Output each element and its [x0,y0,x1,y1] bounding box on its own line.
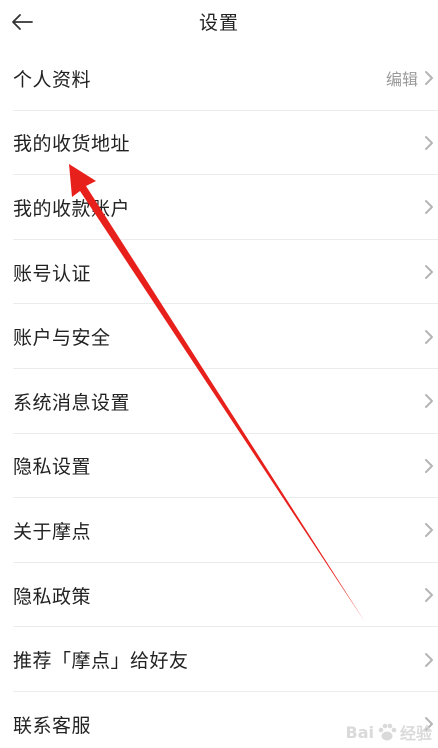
settings-item-recommend[interactable]: 推荐「摩点」给好友 [0,627,438,692]
settings-item-privacy-settings[interactable]: 隐私设置 [0,434,438,499]
settings-item-label: 账户与安全 [13,327,111,350]
settings-item-label: 账号认证 [13,262,92,285]
chevron-right-icon [424,262,438,282]
settings-item-shipping-address[interactable]: 我的收货地址 [0,111,438,176]
chevron-right-icon [424,327,438,347]
settings-item-label: 我的收款账户 [13,197,131,220]
settings-item-right [424,111,438,176]
chevron-right-icon [424,650,438,670]
settings-item-right [424,627,438,692]
settings-item-right [424,240,438,305]
watermark-suffix: 经验 [399,724,432,743]
chevron-right-icon [424,68,438,88]
baidu-paw-icon [378,723,397,741]
settings-item-right [424,175,438,240]
settings-item-label: 个人资料 [13,68,92,91]
settings-item-right [424,563,438,628]
settings-item-payment-account[interactable]: 我的收款账户 [0,175,438,240]
settings-item-label: 隐私设置 [13,456,92,479]
settings-item-about[interactable]: 关于摩点 [0,498,438,563]
chevron-right-icon [424,391,438,411]
watermark: Bai 经验 [346,720,433,744]
settings-item-account-security[interactable]: 账户与安全 [0,304,438,369]
settings-item-profile[interactable]: 个人资料 编辑 [0,46,438,111]
settings-item-label: 联系客服 [13,714,92,737]
chevron-right-icon [424,197,438,217]
edit-hint[interactable]: 编辑 [386,66,418,90]
chevron-right-icon [424,133,438,153]
settings-item-privacy-policy[interactable]: 隐私政策 [0,563,438,628]
settings-item-right: 编辑 [386,46,438,111]
chevron-right-icon [424,456,438,476]
settings-page: 设置 个人资料 编辑 我的收货地址 我的收款账户 账号认证 账户与安全 系统消息… [0,0,438,748]
settings-item-label: 系统消息设置 [13,391,131,414]
chevron-right-icon [424,520,438,540]
header: 设置 [0,0,438,44]
settings-item-label: 隐私政策 [13,585,92,608]
settings-item-label: 推荐「摩点」给好友 [13,650,189,673]
settings-item-right [424,369,438,434]
settings-item-right [424,434,438,499]
settings-item-label: 关于摩点 [13,520,92,543]
chevron-right-icon [424,585,438,605]
settings-list: 个人资料 编辑 我的收货地址 我的收款账户 账号认证 账户与安全 系统消息设置 … [0,46,438,748]
settings-item-right [424,498,438,563]
page-title: 设置 [198,12,239,34]
settings-item-right [424,304,438,369]
settings-item-notifications[interactable]: 系统消息设置 [0,369,438,434]
settings-item-label: 我的收货地址 [13,133,131,156]
watermark-prefix: Bai [345,722,374,742]
settings-item-account-verification[interactable]: 账号认证 [0,240,438,305]
